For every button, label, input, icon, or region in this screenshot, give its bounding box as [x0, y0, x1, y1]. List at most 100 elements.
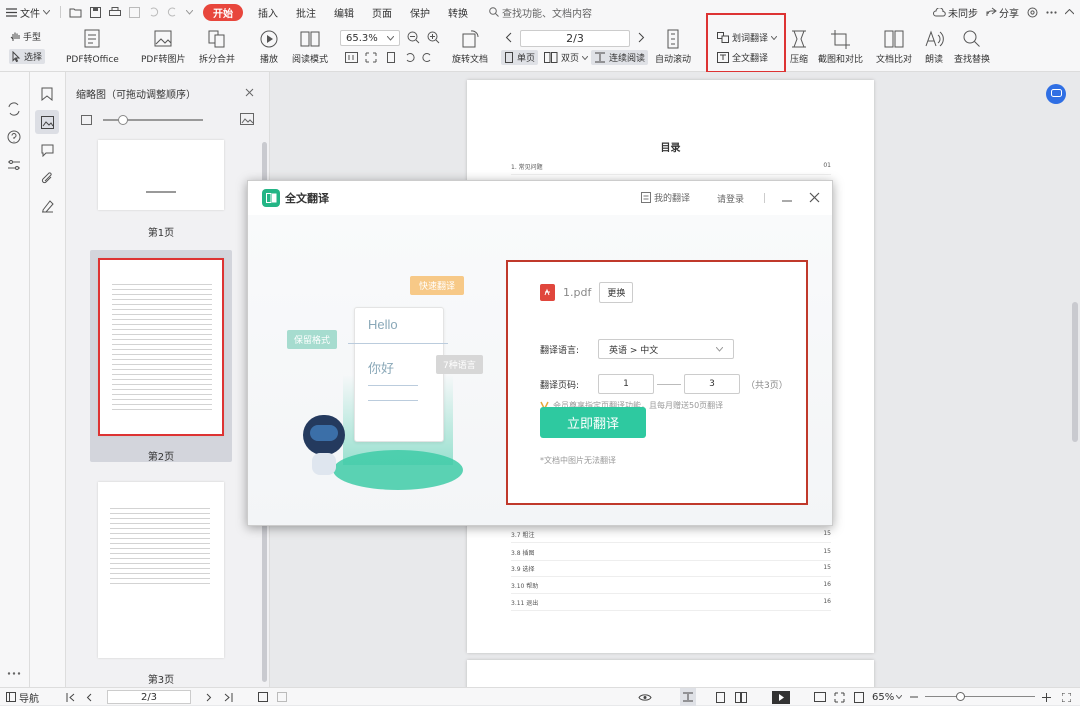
- next-page-icon[interactable]: [638, 32, 645, 43]
- forward-icon[interactable]: [277, 688, 287, 706]
- status-zoom-select[interactable]: 65%: [872, 688, 903, 706]
- share-button[interactable]: 分享: [986, 5, 1019, 20]
- prev-page-icon[interactable]: [86, 688, 92, 706]
- play-button[interactable]: 播放: [259, 29, 279, 65]
- sync-button[interactable]: 未同步: [933, 5, 978, 20]
- scrollbar[interactable]: [1072, 302, 1078, 442]
- search-input[interactable]: 查找功能、文档内容: [489, 5, 592, 20]
- print-icon[interactable]: [109, 6, 121, 18]
- undo-icon[interactable]: [148, 7, 159, 17]
- comment-icon[interactable]: [41, 144, 54, 157]
- continuous-view-icon[interactable]: [680, 688, 696, 706]
- language-select[interactable]: 英语 > 中文: [598, 339, 734, 359]
- find-replace-button[interactable]: 查找替换: [954, 29, 990, 65]
- fit-width-icon[interactable]: [385, 52, 397, 63]
- select-tool[interactable]: 选择: [9, 49, 46, 64]
- close-icon[interactable]: [809, 192, 820, 203]
- bookmark-icon[interactable]: [41, 87, 53, 101]
- back-icon[interactable]: [258, 688, 268, 706]
- toc-row[interactable]: 3.11 退出 16: [511, 598, 831, 611]
- zoom-out-icon[interactable]: [910, 688, 918, 706]
- zoom-slider[interactable]: [925, 692, 1035, 701]
- toc-row[interactable]: 3.10 帮助 16: [511, 581, 831, 594]
- help-icon[interactable]: [7, 130, 21, 144]
- small-image-icon[interactable]: [81, 115, 92, 125]
- settings-icon[interactable]: [1027, 7, 1038, 18]
- attachment-icon[interactable]: [41, 172, 54, 186]
- auto-scroll-button[interactable]: 自动滚动: [655, 29, 691, 65]
- split-merge-button[interactable]: 拆分合并: [199, 29, 235, 65]
- single-page-button[interactable]: 单页: [501, 50, 539, 65]
- toc-row[interactable]: 1. 常见问题 01: [511, 162, 831, 175]
- thumbnail-icon[interactable]: [35, 110, 59, 134]
- play-icon[interactable]: [772, 688, 790, 706]
- last-page-icon[interactable]: [224, 688, 233, 706]
- toc-row[interactable]: 3.9 选择 15: [511, 564, 831, 577]
- read-aloud-button[interactable]: 朗读: [923, 29, 945, 65]
- double-page-button[interactable]: 双页: [544, 51, 589, 64]
- save-icon[interactable]: [90, 6, 101, 18]
- hand-tool[interactable]: 手型: [10, 30, 41, 43]
- double-page-icon[interactable]: [735, 688, 747, 706]
- fit-width-icon[interactable]: [854, 688, 864, 706]
- single-page-icon[interactable]: [716, 688, 725, 706]
- status-page-input[interactable]: 2/3: [107, 690, 191, 704]
- chevron-down-icon[interactable]: [186, 9, 193, 15]
- open-folder-icon[interactable]: [69, 7, 82, 18]
- fit-page-icon[interactable]: [834, 688, 845, 706]
- rotate-left-icon[interactable]: [404, 52, 415, 63]
- more-icon[interactable]: [7, 672, 21, 675]
- thumbnail-page-1[interactable]: [98, 140, 224, 210]
- pdf-to-office-button[interactable]: PDF转Office: [66, 29, 119, 65]
- menu-button[interactable]: 文件: [0, 0, 56, 24]
- close-icon[interactable]: [245, 88, 254, 97]
- tab-annotate[interactable]: 批注: [287, 0, 325, 24]
- doc-compare-button[interactable]: 文档比对: [876, 29, 912, 65]
- tab-insert[interactable]: 插入: [249, 0, 287, 24]
- page-number-input[interactable]: 2/3: [520, 30, 630, 47]
- tab-page[interactable]: 页面: [363, 0, 401, 24]
- tab-protect[interactable]: 保护: [401, 0, 439, 24]
- redo-icon[interactable]: [167, 7, 178, 17]
- translate-now-button[interactable]: 立即翻译: [540, 407, 646, 438]
- fullscreen-icon[interactable]: [1062, 688, 1071, 706]
- page-to-input[interactable]: 3: [684, 374, 740, 394]
- thumbnail-page-3[interactable]: [98, 482, 224, 658]
- thumbnail-size-slider[interactable]: [103, 115, 203, 125]
- tab-edit[interactable]: 编辑: [325, 0, 363, 24]
- compress-button[interactable]: 压缩: [788, 29, 810, 65]
- zoom-out-icon[interactable]: [407, 31, 420, 44]
- thumbnail-page-2[interactable]: [98, 258, 224, 436]
- pdf-to-image-button[interactable]: PDF转图片: [141, 29, 186, 65]
- toc-row[interactable]: 3.7 粗注 15: [511, 530, 831, 543]
- login-link[interactable]: 请登录: [717, 192, 744, 205]
- zoom-slider-knob[interactable]: [956, 692, 965, 701]
- fit-page-icon[interactable]: [365, 52, 377, 63]
- rotate-document-button[interactable]: 旋转文档: [452, 29, 488, 65]
- zoom-in-icon[interactable]: [1042, 688, 1051, 706]
- zoom-select[interactable]: 65.3%: [340, 30, 400, 46]
- nav-toggle[interactable]: 导航: [6, 688, 39, 706]
- toc-row[interactable]: 3.8 插图 15: [511, 548, 831, 561]
- read-mode-button[interactable]: 阅读模式: [292, 29, 328, 65]
- my-translations-link[interactable]: 我的翻译: [641, 191, 690, 204]
- rotate-right-icon[interactable]: [422, 52, 433, 63]
- large-image-icon[interactable]: [240, 113, 254, 125]
- tab-convert[interactable]: 转换: [439, 0, 477, 24]
- assistant-icon[interactable]: [1046, 84, 1066, 104]
- sliders-icon[interactable]: [7, 158, 21, 172]
- convert-icon[interactable]: [7, 102, 21, 116]
- eye-icon[interactable]: [638, 688, 652, 706]
- more-icon[interactable]: [1046, 10, 1057, 14]
- screenshot-compare-button[interactable]: 截图和对比: [818, 29, 863, 65]
- slider-knob[interactable]: [118, 115, 128, 125]
- prev-page-icon[interactable]: [505, 32, 512, 43]
- continuous-read-button[interactable]: 连续阅读: [591, 50, 649, 65]
- minimize-icon[interactable]: [782, 193, 792, 203]
- tab-start[interactable]: 开始: [203, 3, 243, 21]
- page-from-input[interactable]: 1: [598, 374, 654, 394]
- signature-icon[interactable]: [41, 199, 54, 213]
- zoom-in-icon[interactable]: [427, 31, 440, 44]
- change-file-button[interactable]: 更换: [599, 282, 634, 303]
- actual-size-icon[interactable]: [345, 52, 358, 63]
